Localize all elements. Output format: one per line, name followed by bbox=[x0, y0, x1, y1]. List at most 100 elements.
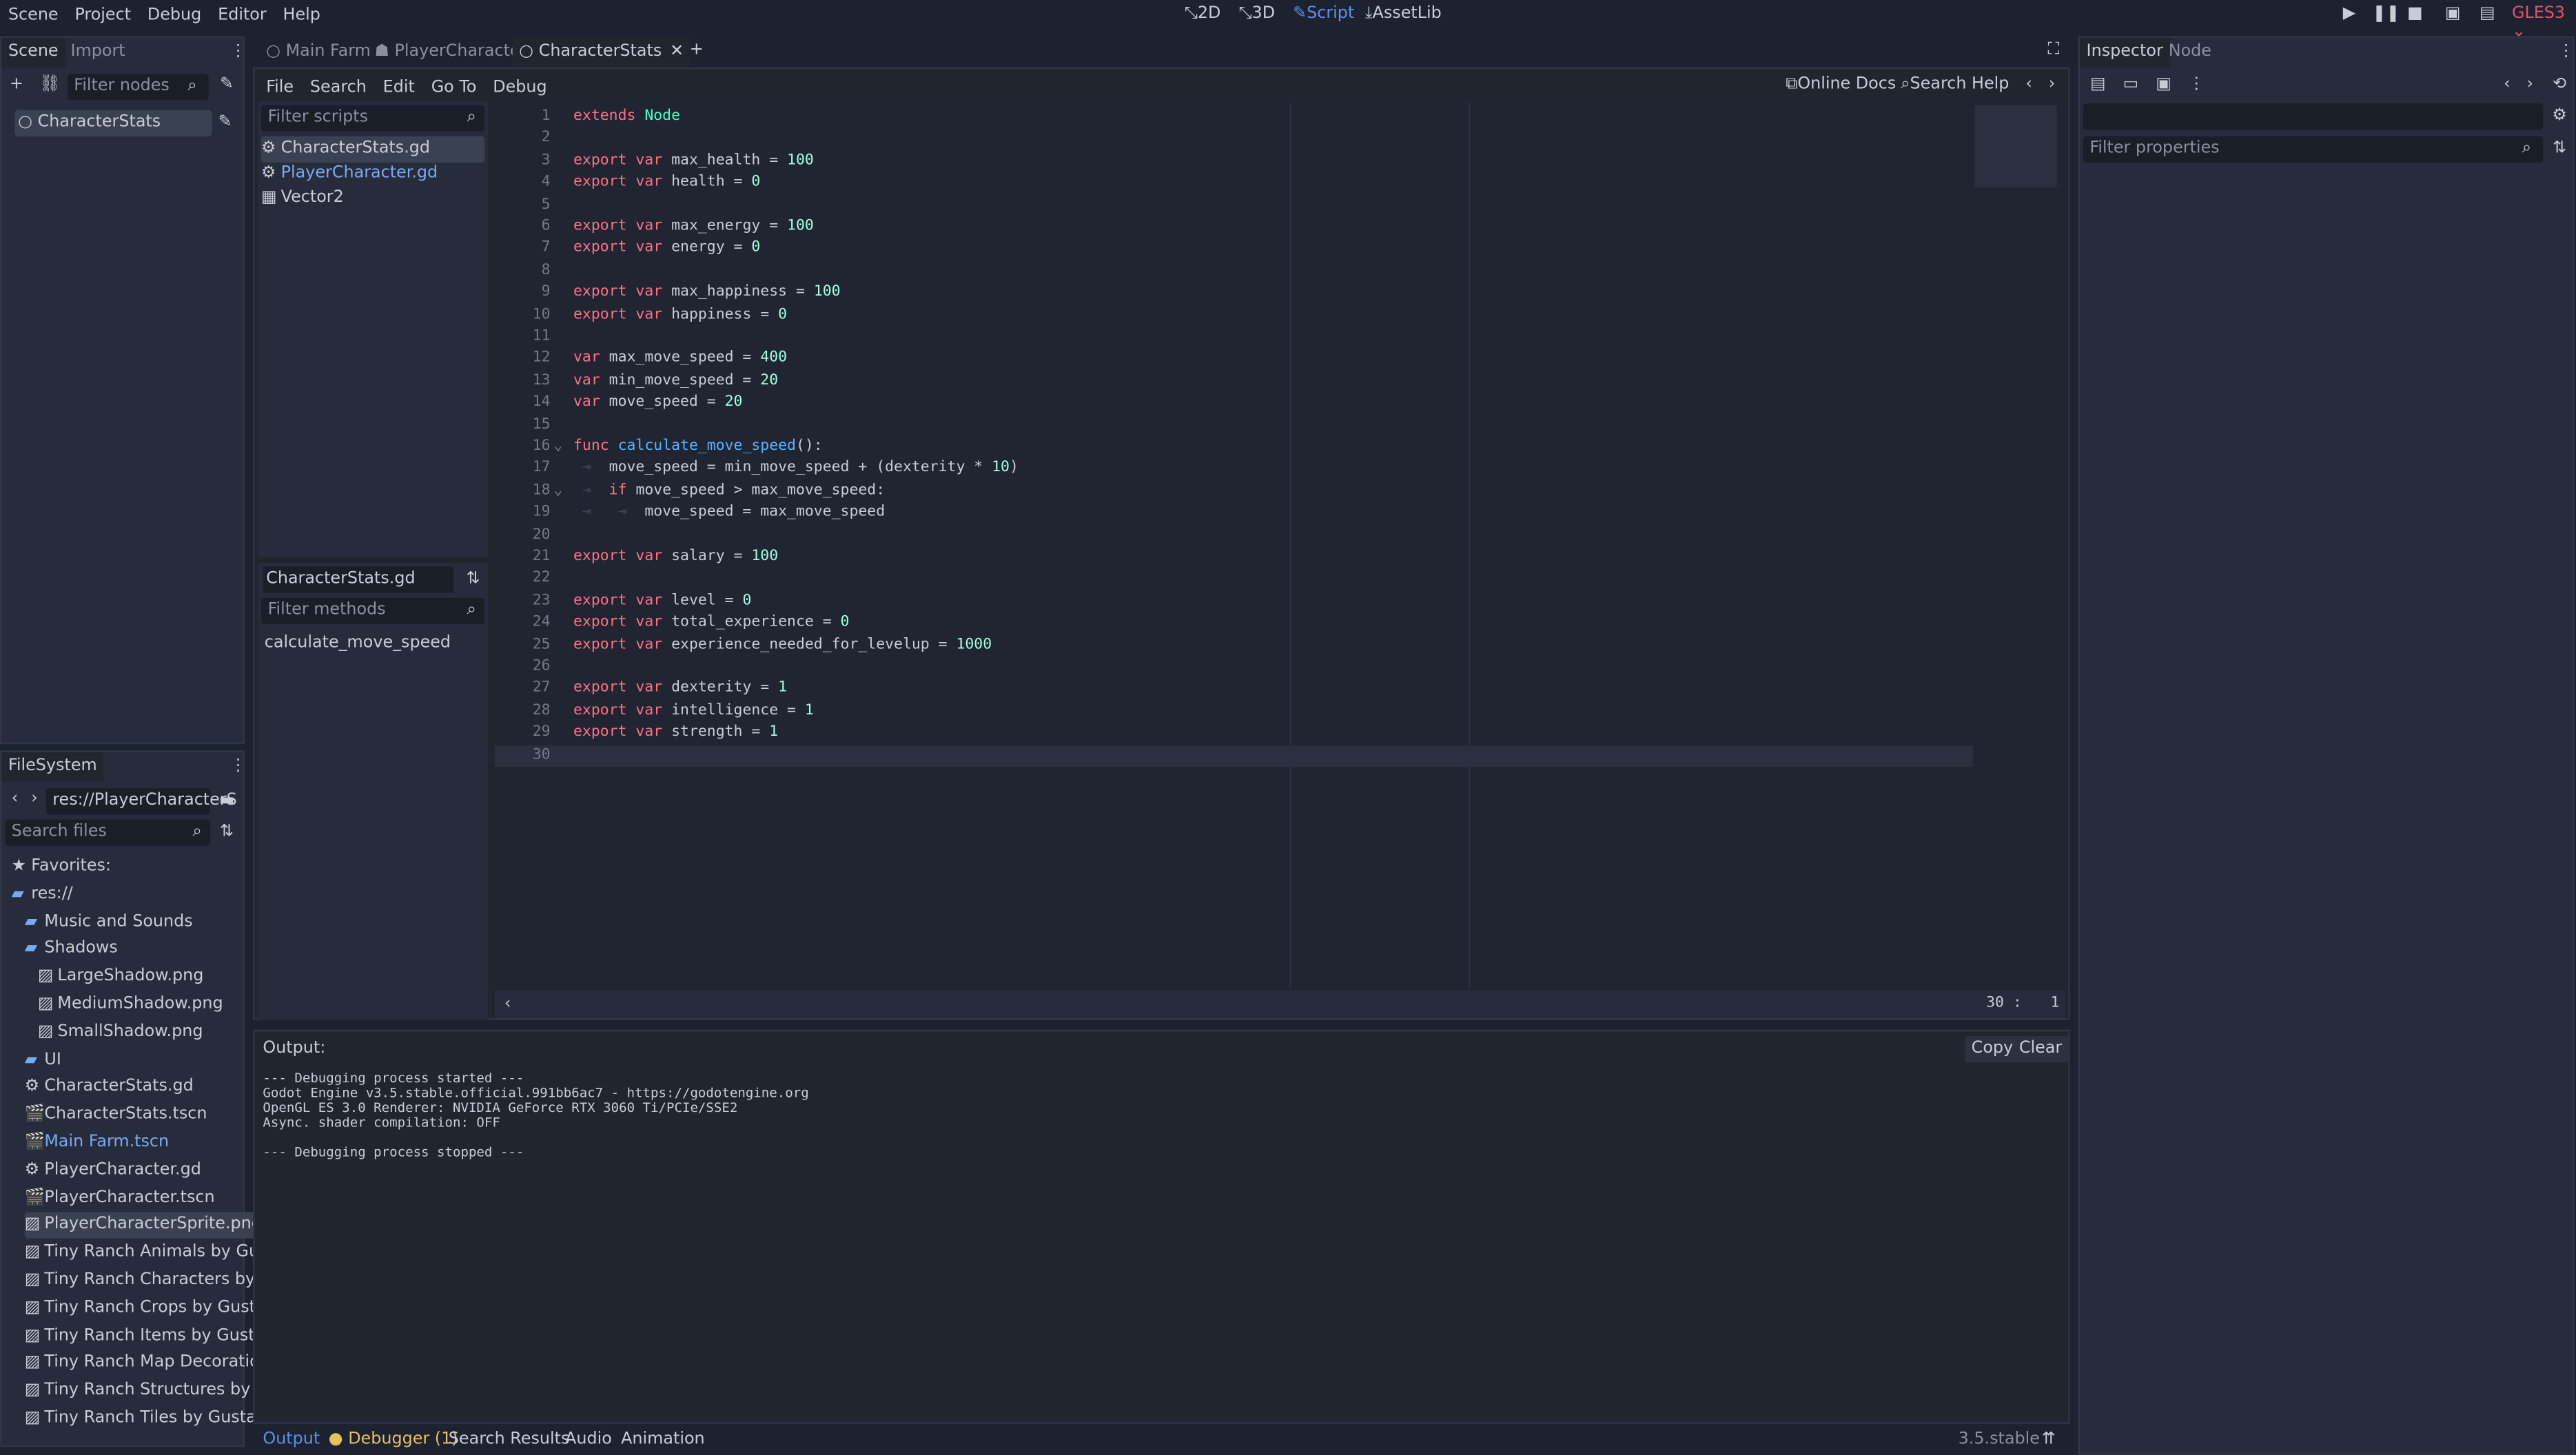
expand-panel-icon[interactable]: ⇈ bbox=[2038, 1430, 2058, 1450]
view-toggle-icon[interactable]: ▬ bbox=[217, 792, 237, 812]
play-custom-scene-icon[interactable]: ▤ bbox=[2477, 5, 2497, 25]
script-menu-file[interactable]: File bbox=[258, 74, 302, 103]
code-line[interactable]: 27 export var dexterity = 1 bbox=[495, 679, 1974, 701]
sort-icon[interactable]: ⇅ bbox=[2550, 140, 2570, 160]
code-line[interactable]: 12 var max_move_speed = 400 bbox=[495, 349, 1974, 371]
dock-menu-icon[interactable]: ⋮ bbox=[2556, 43, 2576, 63]
code-line[interactable]: 3 export var max_health = 100 bbox=[495, 151, 1974, 173]
scene-tab[interactable]: ○ CharacterStats ✕ bbox=[512, 37, 691, 68]
code-line[interactable]: 28 export var intelligence = 1 bbox=[495, 701, 1974, 723]
script-list-item[interactable]: ⚙ CharacterStats.gd bbox=[261, 136, 485, 163]
file-item[interactable]: ▨ Tiny Ranch Items by Gusta bbox=[25, 1323, 265, 1349]
file-item[interactable]: 🎬PlayerCharacter.tscn bbox=[25, 1185, 215, 1211]
search-help-button[interactable]: ⌕Search Help bbox=[1901, 76, 2009, 94]
file-item[interactable]: ▨ SmallShadow.png bbox=[38, 1020, 203, 1046]
code-line[interactable]: 9 export var max_happiness = 100 bbox=[495, 282, 1974, 305]
code-area[interactable]: 1 extends Node 2 3 export var max_health = 1… bbox=[494, 101, 2065, 989]
save-icon[interactable]: ▣ bbox=[2154, 76, 2174, 96]
file-item[interactable]: ⚙ PlayerCharacter.gd bbox=[25, 1157, 201, 1184]
sort-icon[interactable]: ⇅ bbox=[463, 570, 483, 590]
code-line[interactable]: 20 bbox=[495, 525, 1974, 547]
tab-inspector[interactable]: Inspector bbox=[2080, 37, 2170, 68]
workspace-assetlib[interactable]: ⤓AssetLib bbox=[1360, 0, 1447, 30]
code-line[interactable]: 29 export var strength = 1 bbox=[495, 723, 1974, 745]
code-line[interactable]: 8 bbox=[495, 261, 1974, 283]
tab-import[interactable]: Import bbox=[64, 38, 132, 68]
menu-debug[interactable]: Debug bbox=[139, 1, 209, 31]
code-line[interactable]: 13 var min_move_speed = 20 bbox=[495, 371, 1974, 393]
clear-button[interactable]: Clear bbox=[2012, 1036, 2069, 1063]
code-line[interactable]: 2 bbox=[495, 129, 1974, 151]
scene-tab[interactable]: ☗ PlayerCharacter bbox=[368, 38, 533, 68]
tab-search-results[interactable]: Search Results bbox=[449, 1430, 570, 1448]
code-line[interactable]: 21 export var salary = 100 bbox=[495, 547, 1974, 569]
code-line[interactable]: 11 bbox=[495, 327, 1974, 349]
history-icon[interactable]: ⟲ bbox=[2550, 76, 2570, 96]
code-line[interactable]: 14 var move_speed = 20 bbox=[495, 393, 1974, 415]
file-item[interactable]: ▨ Tiny Ranch Animals by Gus bbox=[25, 1240, 268, 1266]
workspace-2d[interactable]: ⤡2D bbox=[1180, 0, 1226, 30]
script-menu-search[interactable]: Search bbox=[302, 74, 375, 103]
link-icon[interactable]: ⛓ bbox=[39, 76, 60, 96]
file-item[interactable]: 🎬CharacterStats.tscn bbox=[25, 1102, 207, 1128]
tab-animation[interactable]: Animation bbox=[621, 1430, 705, 1448]
code-line[interactable]: 30 bbox=[494, 745, 1974, 767]
copy-button[interactable]: Copy bbox=[1965, 1036, 2020, 1063]
file-item[interactable]: ▨ Tiny Ranch Map Decoratio bbox=[25, 1350, 260, 1376]
file-item[interactable]: ▨ LargeShadow.png bbox=[38, 964, 204, 991]
menu-project[interactable]: Project bbox=[67, 1, 139, 31]
file-item[interactable]: ▰ Shadows bbox=[25, 937, 118, 963]
tab-output[interactable]: Output bbox=[263, 1430, 320, 1448]
distraction-free-icon[interactable]: ⛶ bbox=[2044, 41, 2064, 61]
file-item[interactable]: ▰ Music and Sounds bbox=[25, 909, 193, 936]
code-line[interactable]: 22 bbox=[495, 569, 1974, 591]
add-node-icon[interactable]: + bbox=[7, 76, 27, 96]
filter-scripts-input[interactable]: Filter scripts bbox=[261, 105, 485, 132]
online-docs-button[interactable]: ⧉Online Docs bbox=[1786, 76, 1896, 94]
scene-tab[interactable]: ○ Main Farm bbox=[260, 38, 378, 68]
file-item[interactable]: ▨ Tiny Ranch Characters by bbox=[25, 1268, 255, 1294]
file-item[interactable]: ▨ Tiny Ranch Structures by G bbox=[25, 1379, 269, 1405]
code-line[interactable]: 17 ⇥ move_speed = min_move_speed + (dext… bbox=[495, 459, 1974, 481]
file-item[interactable]: ▰ res:// bbox=[12, 882, 73, 908]
script-list-item[interactable]: ⚙ PlayerCharacter.gd bbox=[261, 161, 484, 187]
stop-icon[interactable]: ■ bbox=[2405, 5, 2425, 25]
play-icon[interactable]: ▶ bbox=[2340, 5, 2360, 25]
search-files-input[interactable]: Search files bbox=[5, 819, 211, 846]
method-item[interactable]: calculate_move_speed bbox=[265, 630, 451, 657]
code-line[interactable]: 24 export var total_experience = 0 bbox=[495, 613, 1974, 635]
object-properties-icon[interactable]: ⚙ bbox=[2550, 107, 2570, 127]
add-tab-icon[interactable]: + bbox=[686, 41, 706, 61]
code-line[interactable]: 18 ⌄ ⇥ if move_speed > max_move_speed: bbox=[495, 481, 1974, 503]
filter-methods-input[interactable]: Filter methods bbox=[261, 597, 485, 624]
file-item[interactable]: ▨ Tiny Ranch Crops by Gusta bbox=[25, 1295, 266, 1321]
close-icon[interactable]: ✕ bbox=[670, 43, 684, 61]
code-line[interactable]: 26 bbox=[495, 657, 1974, 679]
filesystem-title[interactable]: FileSystem bbox=[1, 752, 104, 782]
history-forward-icon[interactable]: › bbox=[2520, 76, 2540, 96]
fold-arrow-icon[interactable]: ⌄ bbox=[553, 481, 562, 503]
code-line[interactable]: 15 bbox=[495, 415, 1974, 437]
pause-icon[interactable]: ❚❚ bbox=[2372, 5, 2400, 25]
file-item[interactable]: ▨ PlayerCharacterSprite.png bbox=[24, 1212, 262, 1239]
tab-scene[interactable]: Scene bbox=[1, 37, 65, 68]
code-line[interactable]: 25 export var experience_needed_for_level… bbox=[495, 635, 1974, 657]
code-line[interactable]: 10 export var happiness = 0 bbox=[495, 305, 1974, 327]
code-line[interactable]: 23 export var level = 0 bbox=[495, 591, 1974, 613]
script-menu-edit[interactable]: Edit bbox=[375, 74, 423, 103]
toggle-scripts-panel-icon[interactable]: ‹ bbox=[498, 995, 518, 1015]
code-line[interactable]: 19 ⇥ ⇥ move_speed = max_move_speed bbox=[495, 503, 1974, 525]
script-attached-icon[interactable]: ✎ bbox=[215, 113, 235, 133]
fold-arrow-icon[interactable]: ⌄ bbox=[553, 437, 562, 459]
menu-editor[interactable]: Editor bbox=[209, 1, 274, 31]
forward-icon[interactable]: › bbox=[25, 790, 45, 810]
scene-tree-root[interactable]: ○ CharacterStats bbox=[14, 110, 212, 136]
script-attach-icon[interactable]: ✎ bbox=[217, 76, 237, 96]
file-item[interactable]: ▰ UI bbox=[25, 1047, 61, 1073]
code-line[interactable]: 1 extends Node bbox=[495, 107, 1974, 129]
script-menu-debug[interactable]: Debug bbox=[484, 74, 555, 103]
tab-node[interactable]: Node bbox=[2162, 38, 2218, 68]
workspace-script[interactable]: ✎Script bbox=[1288, 0, 1359, 30]
file-item[interactable]: ⚙ CharacterStats.gd bbox=[25, 1075, 194, 1101]
file-item[interactable]: 🎬Main Farm.tscn bbox=[25, 1130, 169, 1156]
